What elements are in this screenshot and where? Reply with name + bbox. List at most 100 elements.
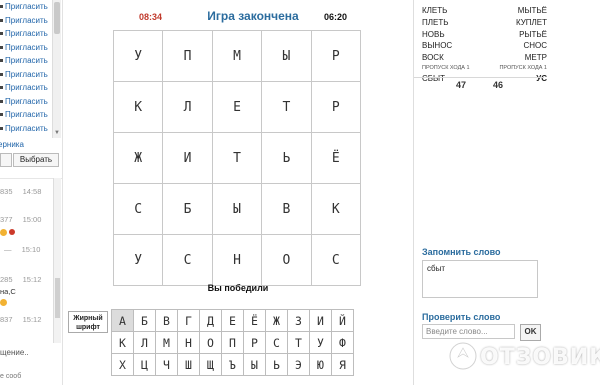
choose-left-button[interactable] [0, 153, 12, 167]
letter-key[interactable]: Е [221, 309, 244, 332]
grid-cell[interactable]: Л [162, 81, 213, 133]
grid-cell[interactable]: П [162, 30, 213, 82]
grid-cell[interactable]: С [162, 234, 213, 286]
letter-key[interactable]: Щ [199, 353, 222, 376]
letter-key[interactable]: Ф [331, 331, 354, 354]
letter-key[interactable]: А [111, 309, 134, 332]
letter-key[interactable]: Ы [243, 353, 266, 376]
invite-item[interactable]: Пригласить [0, 14, 52, 28]
last-word-left: СБЫТ [422, 73, 445, 83]
grid-cell[interactable]: С [310, 234, 362, 286]
grid-cell[interactable]: Ы [261, 30, 312, 82]
letter-key[interactable]: В [155, 309, 178, 332]
message-input[interactable]: щение.. [0, 345, 60, 361]
letter-key[interactable]: З [287, 309, 310, 332]
sidebar-scrollbar[interactable]: ▼ [52, 0, 61, 138]
bold-font-label-line1: Жирный [73, 315, 103, 322]
skip-turn-right: ПРОПУСК ХОДА 1 [499, 64, 547, 71]
letter-key[interactable]: Ш [177, 353, 200, 376]
grid-cell[interactable]: М [211, 30, 263, 82]
chat-scrollbar[interactable] [53, 178, 61, 343]
grid-cell[interactable]: У [112, 30, 164, 82]
grid-cell[interactable]: Б [162, 183, 213, 235]
grid-cell[interactable]: Е [211, 81, 263, 133]
letter-key[interactable]: Л [133, 331, 156, 354]
letter-key[interactable]: Ё [243, 309, 266, 332]
letter-key[interactable]: Ч [155, 353, 178, 376]
grid-cell[interactable]: О [261, 234, 312, 286]
words-panel: КЛЕТЬ МЫТЬЁ ПЛЕТЬ КУПЛЕТ НОВЬ РЫТЬЁ ВЫНОС СНОС В… [413, 0, 552, 385]
chat-time: 15:00 [22, 215, 42, 224]
grid-cell[interactable]: Р [310, 81, 362, 133]
letter-key[interactable]: С [265, 331, 288, 354]
grid-cell[interactable]: У [112, 234, 164, 286]
grid-cell[interactable]: Ы [211, 183, 263, 235]
grid-cell[interactable]: Т [211, 132, 263, 184]
grid-row: КЛЕТР [112, 81, 362, 133]
friend-link[interactable]: ерника [0, 140, 24, 149]
letter-key[interactable]: Ъ [221, 353, 244, 376]
invite-list: Пригласить Пригласить Пригласить Пригласить… [0, 0, 52, 135]
grid-cell[interactable]: К [310, 183, 362, 235]
scrollbar-thumb[interactable] [54, 2, 60, 34]
letter-key[interactable]: И [309, 309, 332, 332]
remember-word-title: Запомнить слово [422, 247, 501, 257]
grid-cell[interactable]: Ё [310, 132, 362, 184]
message-input-secondary[interactable]: е сооб [0, 373, 60, 385]
letter-key[interactable]: Ь [265, 353, 288, 376]
letter-key[interactable]: Э [287, 353, 310, 376]
last-word-right: УС [536, 73, 547, 83]
letter-key[interactable]: П [221, 331, 244, 354]
grid-cell[interactable]: Ь [261, 132, 312, 184]
letter-key[interactable]: У [309, 331, 332, 354]
remember-word-textarea[interactable]: сбыт [422, 260, 538, 298]
invite-item[interactable]: Пригласить [0, 68, 52, 82]
bold-font-toggle[interactable]: Жирный шрифт [68, 311, 108, 333]
chat-user-id: 285 [0, 275, 13, 284]
choose-button[interactable]: Выбрать [13, 153, 59, 167]
scroll-down-arrow-icon[interactable]: ▼ [54, 130, 60, 136]
grid-cell[interactable]: Ж [112, 132, 164, 184]
letter-key[interactable]: Д [199, 309, 222, 332]
letter-key[interactable]: Р [243, 331, 266, 354]
opponent-word: МЕТР [524, 53, 547, 63]
invite-item[interactable]: Пригласить [0, 95, 52, 109]
letter-key[interactable]: Й [331, 309, 354, 332]
grid-cell[interactable]: Т [261, 81, 312, 133]
grid-cell[interactable]: К [112, 81, 164, 133]
invite-item[interactable]: Пригласить [0, 27, 52, 41]
letter-key[interactable]: Б [133, 309, 156, 332]
grid-cell[interactable]: В [261, 183, 312, 235]
otzovik-watermark: ОТЗОВИК [446, 337, 600, 379]
skip-turn-row: ПРОПУСК ХОДА 1 ПРОПУСК ХОДА 1 [422, 64, 547, 73]
letter-key[interactable]: К [111, 331, 134, 354]
invite-item[interactable]: Пригласить [0, 41, 52, 55]
invite-item[interactable]: Пригласить [0, 54, 52, 68]
chat-scrollbar-thumb[interactable] [55, 278, 60, 318]
grid-cell[interactable]: И [162, 132, 213, 184]
invite-label: Пригласить [5, 2, 48, 11]
letter-key[interactable]: М [155, 331, 178, 354]
grid-cell[interactable]: С [112, 183, 164, 235]
chat-line: — 15:10 [4, 245, 41, 254]
grid-cell[interactable]: Н [211, 234, 263, 286]
grid-cell[interactable]: Р [310, 30, 362, 82]
letter-key[interactable]: Н [177, 331, 200, 354]
invite-item[interactable]: Пригласить [0, 108, 52, 122]
letter-key[interactable]: Ю [309, 353, 332, 376]
letter-key[interactable]: Я [331, 353, 354, 376]
bullet-icon [0, 32, 3, 35]
letter-key[interactable]: О [199, 331, 222, 354]
letter-key[interactable]: Т [287, 331, 310, 354]
opponent-word: КУПЛЕТ [515, 17, 547, 27]
invite-label: Пригласить [5, 56, 48, 65]
letter-key[interactable]: Г [177, 309, 200, 332]
letter-key[interactable]: Ц [133, 353, 156, 376]
letter-key[interactable]: Х [111, 353, 134, 376]
grid-row: УПМЫР [112, 30, 362, 82]
invite-item[interactable]: Пригласить [0, 81, 52, 95]
letter-key[interactable]: Ж [265, 309, 288, 332]
invite-item[interactable]: Пригласить [0, 0, 52, 14]
keyboard-row: ХЦЧШЩЪЫЬЭЮЯ [111, 353, 354, 376]
invite-item[interactable]: Пригласить [0, 122, 52, 136]
